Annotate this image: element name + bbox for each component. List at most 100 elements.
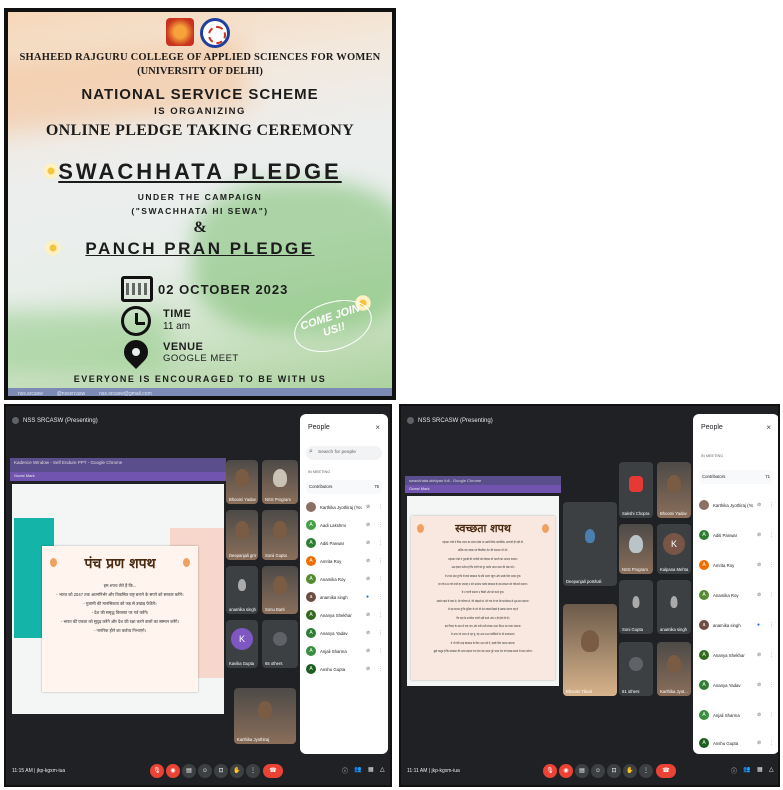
info-icon[interactable]: ⓘ [342, 766, 348, 775]
participant-row[interactable]: A Ananya Yadav ⊘ ⋮ [306, 626, 383, 640]
more-icon[interactable]: ⋮ [769, 682, 774, 688]
event-date: 02 OCTOBER 2023 [158, 282, 289, 297]
chat-icon[interactable]: ▦ [757, 766, 763, 773]
more-icon[interactable]: ⋮ [769, 740, 774, 746]
participant-tile[interactable]: Bhoomi Yadav [226, 460, 258, 504]
participant-tile[interactable]: Deepanjali potshali [563, 502, 617, 586]
more-icon[interactable]: ⋮ [378, 504, 383, 510]
participant-tile[interactable]: Bhoomi Tilwal [563, 604, 617, 696]
chat-icon[interactable]: ▦ [368, 766, 374, 773]
participant-tile[interactable]: anamika singh [226, 566, 258, 614]
info-icon[interactable]: ⓘ [731, 766, 737, 775]
participant-row[interactable]: A Anshu Gupta ⊘ ⋮ [306, 662, 383, 676]
close-icon[interactable]: × [375, 423, 380, 432]
mic-off-icon: ⊘ [757, 652, 762, 658]
hand-raise-button[interactable]: ✋ [623, 764, 637, 778]
present-button[interactable]: ⊡ [214, 764, 228, 778]
contributors-header[interactable]: Contributors 75 [306, 480, 382, 494]
participant-row[interactable]: A Anamika Roy ⊘ ⋮ [306, 572, 383, 586]
emoji-button[interactable]: ☺ [198, 764, 212, 778]
participant-tile[interactable]: Deepanjali grrr [226, 510, 258, 560]
activities-icon[interactable]: △ [380, 766, 385, 773]
slide-title: पंच प्रण शपथ [84, 556, 156, 572]
more-icon[interactable]: ⋮ [378, 522, 383, 528]
more-icon[interactable]: ⋮ [769, 712, 774, 718]
ampersand: & [193, 219, 207, 236]
others-tile[interactable]: 61 others [619, 642, 653, 696]
more-icon[interactable]: ⋮ [378, 666, 383, 672]
participant-tile[interactable]: NSS Program [619, 524, 653, 574]
emoji-button[interactable]: ☺ [591, 764, 605, 778]
more-icon[interactable]: ⋮ [769, 652, 774, 658]
people-icon[interactable]: 👥 [743, 766, 750, 773]
more-options-button[interactable]: ⋮ [246, 764, 260, 778]
participant-tile[interactable]: NSS Program [262, 460, 298, 504]
more-icon[interactable]: ⋮ [378, 594, 383, 600]
participant-row[interactable]: A Aditi Panwar ⊘ ⋮ [699, 528, 774, 542]
mic-off-icon: ⊘ [366, 576, 371, 582]
participant-row[interactable]: Karthika Jyothiraj (You) ⊘ ⋮ [699, 498, 774, 512]
self-view-tile[interactable]: Karthika Jyot... [657, 642, 691, 696]
participant-row[interactable]: A Aadi Lakshmi ⊘ ⋮ [306, 518, 383, 532]
participant-row[interactable]: A Anamika Roy ⊘ ⋮ [699, 588, 774, 602]
mic-off-icon: ⊘ [757, 562, 762, 568]
hand-raise-button[interactable]: ✋ [230, 764, 244, 778]
participant-tile[interactable]: Sonii Gupta [262, 510, 298, 560]
participant-tile[interactable]: Sakshi Chopra [619, 462, 653, 518]
participant-row[interactable]: a anamika singh ● ⋮ [699, 618, 774, 632]
campaign-text: UNDER THE CAMPAIGN [137, 192, 263, 202]
more-options-button[interactable]: ⋮ [639, 764, 653, 778]
activities-icon[interactable]: △ [769, 766, 774, 773]
people-icon[interactable]: 👥 [354, 766, 361, 773]
more-icon[interactable]: ⋮ [378, 558, 383, 564]
more-icon[interactable]: ⋮ [769, 502, 774, 508]
participant-tile[interactable]: Sonu Barti [262, 566, 298, 614]
contributors-header[interactable]: Contributors 71 [699, 470, 773, 484]
mic-off-button[interactable]: 🎙 [150, 764, 164, 778]
participant-row[interactable]: Karthika Jyothiraj (You) ⊘ ⋮ [306, 500, 383, 514]
participant-tile[interactable]: K Kalpana Mehta [657, 524, 691, 574]
meeting-time-code: 11:11 AM | jkp-kgxm-iua [407, 768, 460, 774]
participant-row[interactable]: A Anjali Sharma ⊘ ⋮ [699, 708, 774, 722]
participant-tile[interactable]: Bhoomi Yadav [657, 462, 691, 518]
browser-title-bar: swachhata abhiyan full - Google Chrome [405, 476, 561, 485]
screenshot-collage: SHAHEED RAJGURU COLLEGE OF APPLIED SCIEN… [0, 0, 783, 790]
participant-row[interactable]: A Aditi Panwar ⊘ ⋮ [306, 536, 383, 550]
leave-call-button[interactable]: ☎ [263, 764, 283, 778]
camera-off-button[interactable]: ◉ [559, 764, 573, 778]
people-search-input[interactable]: Search for people [306, 446, 382, 460]
pledge-slide: स्वच्छता शपथ महात्मा गांधी ने जिस भारत क… [411, 516, 555, 680]
captions-button[interactable]: ▤ [182, 764, 196, 778]
mic-off-icon: ⊘ [757, 592, 762, 598]
more-icon[interactable]: ⋮ [378, 612, 383, 618]
more-icon[interactable]: ⋮ [769, 592, 774, 598]
participant-row[interactable]: A Anshu Gupta ⊘ ⋮ [699, 736, 774, 750]
participant-row[interactable]: A Ananya Shekhar ⊘ ⋮ [306, 608, 383, 622]
participant-tile[interactable]: K Kavika Gupta [226, 620, 258, 668]
participant-row[interactable]: A Amrita Roy ⊘ ⋮ [306, 554, 383, 568]
more-icon[interactable]: ⋮ [378, 576, 383, 582]
more-icon[interactable]: ⋮ [769, 562, 774, 568]
camera-off-button[interactable]: ◉ [166, 764, 180, 778]
more-icon[interactable]: ⋮ [378, 540, 383, 546]
more-icon[interactable]: ⋮ [378, 630, 383, 636]
mic-off-button[interactable]: 🎙 [543, 764, 557, 778]
mic-off-icon: ⊘ [757, 712, 762, 718]
participant-row[interactable]: A Ananya Yadav ⊘ ⋮ [699, 678, 774, 692]
participant-tile[interactable]: anamika singh [657, 580, 691, 634]
present-button[interactable]: ⊡ [607, 764, 621, 778]
organizing-text: IS ORGANIZING [154, 106, 246, 117]
self-view-tile[interactable]: Karthika Jyothiraj [234, 688, 296, 744]
participant-row[interactable]: A Ananya Shekhar ⊘ ⋮ [699, 648, 774, 662]
captions-button[interactable]: ▤ [575, 764, 589, 778]
more-icon[interactable]: ⋮ [378, 648, 383, 654]
participant-row[interactable]: A Amrita Roy ⊘ ⋮ [699, 558, 774, 572]
leave-call-button[interactable]: ☎ [656, 764, 676, 778]
others-tile[interactable]: 65 others [262, 620, 298, 668]
close-icon[interactable]: × [766, 423, 771, 432]
participant-row[interactable]: a anamika singh ● ⋮ [306, 590, 383, 604]
participant-tile[interactable]: Soni Gupta [619, 580, 653, 634]
participant-row[interactable]: A Anjali Sharma ⊘ ⋮ [306, 644, 383, 658]
more-icon[interactable]: ⋮ [769, 532, 774, 538]
more-icon[interactable]: ⋮ [769, 622, 774, 628]
